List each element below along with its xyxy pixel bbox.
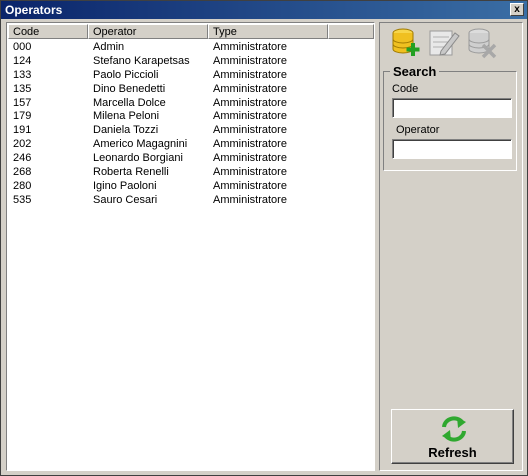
table-row[interactable]: 124 Stefano Karapetsas Amministratore xyxy=(8,55,373,69)
table-row[interactable]: 535 Sauro Cesari Amministratore xyxy=(8,194,373,208)
type-cell: Amministratore xyxy=(213,96,287,109)
database-add-icon xyxy=(392,28,420,56)
code-cell: 179 xyxy=(13,110,32,123)
type-cell: Amministratore xyxy=(213,166,287,179)
table-row[interactable]: 179 Milena Peloni Amministratore xyxy=(8,110,373,124)
code-cell: 280 xyxy=(13,179,32,192)
type-cell: Amministratore xyxy=(213,179,287,192)
operators-window: Operators x Code Operator Type 000 Admin A… xyxy=(0,0,528,476)
code-cell: 535 xyxy=(13,193,32,206)
code-cell: 133 xyxy=(13,68,32,81)
type-cell: Amministratore xyxy=(213,110,287,123)
operator-cell: Stefano Karapetsas xyxy=(93,54,190,67)
delete-button[interactable] xyxy=(465,25,499,59)
operator-cell: Dino Benedetti xyxy=(93,82,166,95)
type-cell: Amministratore xyxy=(213,82,287,95)
code-label: Code xyxy=(392,83,419,95)
code-cell: 000 xyxy=(13,41,32,53)
code-cell: 191 xyxy=(13,124,32,137)
edit-button[interactable] xyxy=(427,25,461,59)
operator-label: Operator xyxy=(396,124,440,136)
refresh-icon xyxy=(442,416,466,442)
code-cell: 157 xyxy=(13,96,32,109)
code-field[interactable] xyxy=(392,98,512,118)
type-cell: Amministratore xyxy=(213,152,287,165)
table-row[interactable]: 000 Admin Amministratore xyxy=(8,41,373,55)
column-header-type[interactable]: Type xyxy=(208,24,328,39)
toolbar xyxy=(383,25,517,59)
code-cell: 124 xyxy=(13,54,32,67)
table-row[interactable]: 268 Roberta Renelli Amministratore xyxy=(8,166,373,180)
edit-icon xyxy=(429,30,460,56)
operator-field[interactable] xyxy=(392,139,512,159)
type-cell: Amministratore xyxy=(213,193,287,206)
list-rows: 000 Admin Amministratore 124 Stefano Karapet… xyxy=(8,41,373,208)
operator-cell: Daniela Tozzi xyxy=(93,124,159,137)
table-row[interactable]: 280 Igino Paoloni Amministratore xyxy=(8,180,373,194)
list-header: Code Operator Type xyxy=(8,24,374,40)
type-cell: Amministratore xyxy=(213,124,287,137)
operator-cell: Marcella Dolce xyxy=(93,96,166,109)
table-row[interactable]: 246 Leonardo Borgiani Amministratore xyxy=(8,152,373,166)
close-button[interactable]: x xyxy=(510,3,524,16)
column-header-filler xyxy=(328,24,374,39)
table-row[interactable]: 191 Daniela Tozzi Amministratore xyxy=(8,124,373,138)
table-row[interactable]: 133 Paolo Piccioli Amministratore xyxy=(8,69,373,83)
operator-cell: Leonardo Borgiani xyxy=(93,152,183,165)
table-row[interactable]: 135 Dino Benedetti Amministratore xyxy=(8,83,373,97)
operator-cell: Roberta Renelli xyxy=(93,166,169,179)
type-cell: Amministratore xyxy=(213,68,287,81)
code-cell: 268 xyxy=(13,166,32,179)
code-cell: 135 xyxy=(13,82,32,95)
column-header-code[interactable]: Code xyxy=(8,24,88,39)
close-icon: x xyxy=(514,4,520,15)
code-cell: 202 xyxy=(13,138,32,151)
add-button[interactable] xyxy=(389,25,423,59)
operator-cell: Admin xyxy=(93,41,125,53)
type-cell: Amministratore xyxy=(213,41,287,53)
operator-cell: Igino Paoloni xyxy=(93,179,157,192)
operator-cell: Milena Peloni xyxy=(93,110,160,123)
operator-cell: Paolo Piccioli xyxy=(93,68,159,81)
table-row[interactable]: 202 Americo Magagnini Amministratore xyxy=(8,138,373,152)
database-delete-icon xyxy=(468,28,497,59)
search-group: Search Code Operator xyxy=(383,64,517,171)
side-panel: Search Code Operator Refresh xyxy=(379,22,523,471)
operator-cell: Sauro Cesari xyxy=(93,193,158,206)
operators-list[interactable]: Code Operator Type 000 Admin Amministrator… xyxy=(6,22,375,471)
type-cell: Amministratore xyxy=(213,138,287,151)
code-cell: 246 xyxy=(13,152,32,165)
refresh-label: Refresh xyxy=(428,445,477,460)
column-header-operator[interactable]: Operator xyxy=(88,24,208,39)
search-title: Search xyxy=(390,64,440,79)
title-bar[interactable]: Operators x xyxy=(1,1,527,19)
table-row[interactable]: 157 Marcella Dolce Amministratore xyxy=(8,97,373,111)
refresh-button[interactable]: Refresh xyxy=(391,409,514,464)
type-cell: Amministratore xyxy=(213,54,287,67)
window-title: Operators xyxy=(5,3,63,17)
operator-cell: Americo Magagnini xyxy=(93,138,188,151)
